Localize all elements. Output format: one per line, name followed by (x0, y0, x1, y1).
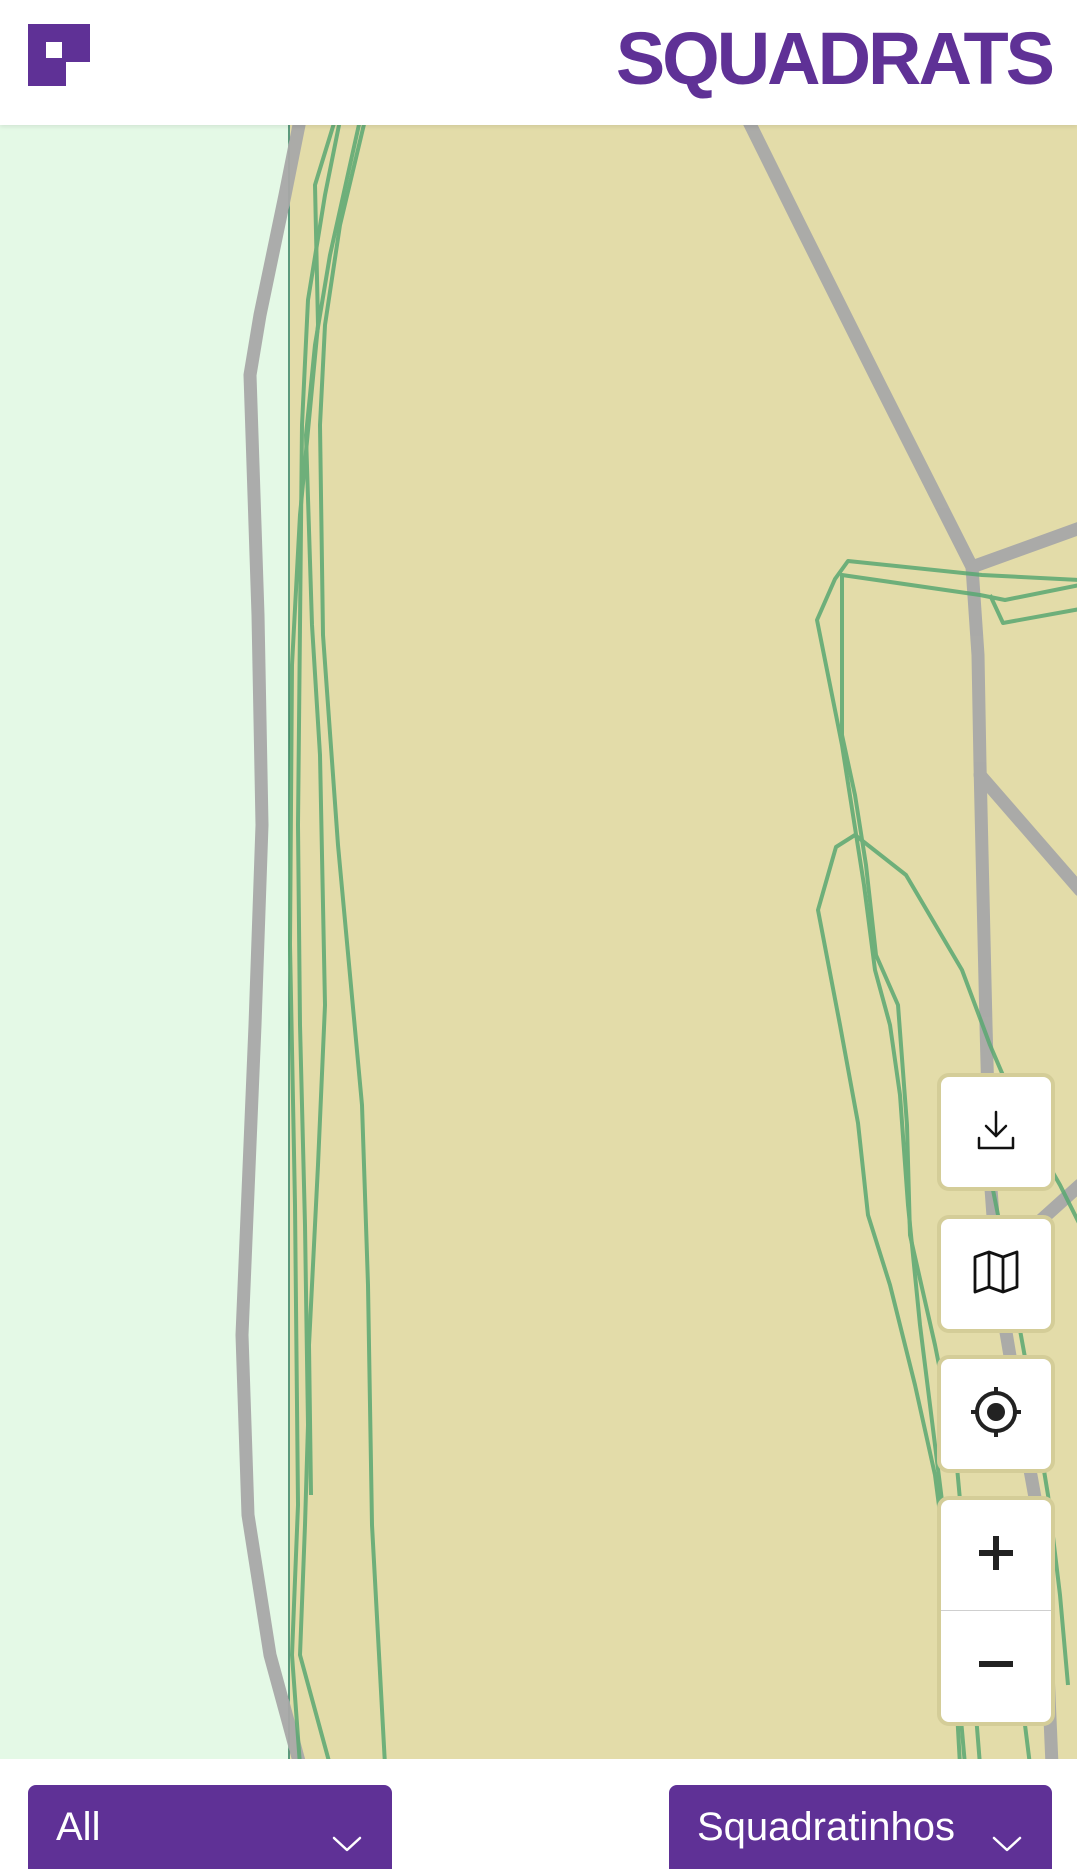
locate-button[interactable] (937, 1355, 1055, 1473)
minus-icon (976, 1644, 1016, 1689)
download-icon (974, 1108, 1018, 1157)
header: SQUADRATS (0, 0, 1077, 125)
squadrats-logo-icon[interactable] (28, 24, 90, 86)
grid-type-select-value: Squadratinhos (697, 1804, 955, 1849)
chevron-down-icon (332, 1818, 362, 1852)
zoom-in-button[interactable] (941, 1500, 1051, 1611)
app: SQUADRATS All Squadratinhos (0, 0, 1077, 1869)
chevron-down-icon (992, 1818, 1022, 1852)
period-select[interactable]: All (28, 1785, 392, 1869)
map-icon (972, 1248, 1020, 1301)
period-select-value: All (56, 1804, 101, 1849)
locate-icon (970, 1386, 1022, 1443)
zoom-out-button[interactable] (941, 1611, 1051, 1722)
plus-icon (976, 1533, 1016, 1578)
download-button[interactable] (937, 1073, 1055, 1191)
map-canvas[interactable] (0, 125, 1077, 1759)
brand-title: SQUADRATS (615, 17, 1055, 100)
zoom-control (937, 1496, 1055, 1726)
map-layers-button[interactable] (937, 1215, 1055, 1333)
filter-bar: All Squadratinhos (0, 1759, 1077, 1869)
grid-type-select[interactable]: Squadratinhos (669, 1785, 1052, 1869)
